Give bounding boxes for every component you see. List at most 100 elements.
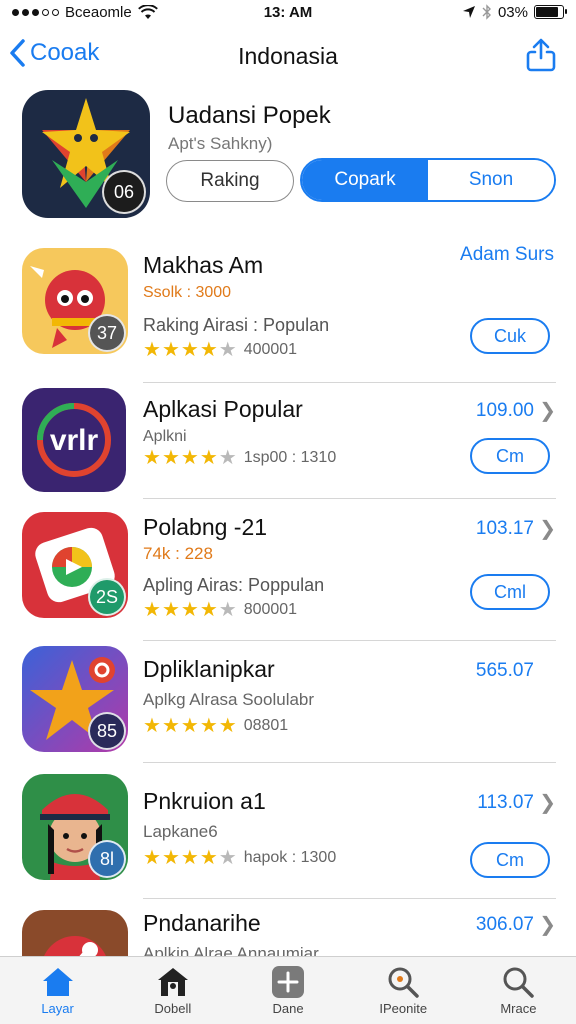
app-badge: 37 xyxy=(88,314,126,352)
star-filled-icon: ★ xyxy=(180,715,199,737)
app-icon: 8l xyxy=(22,774,128,880)
list-item[interactable]: 37 Makhas Am Adam Surs Ssolk : 3000 Raki… xyxy=(0,240,576,383)
list-item[interactable]: 2S Polabng -21 74k : 228 Apling Airas: P… xyxy=(0,510,576,641)
app-meta: Aplkni xyxy=(143,428,187,445)
rating-count: 1sp00 : 1310 xyxy=(243,449,337,466)
status-right: 03% xyxy=(462,4,567,21)
star-empty-icon: ★ xyxy=(218,847,237,869)
rating-stars: ★ ★ ★ ★ ★ 800001 xyxy=(143,600,297,620)
raking-button[interactable]: Raking xyxy=(166,160,294,202)
app-category: Raking Airasi : Populan xyxy=(143,315,330,335)
featured-app-name: Uadansi Popek xyxy=(168,102,331,129)
get-button[interactable]: Cml xyxy=(470,574,550,610)
bluetooth-icon xyxy=(482,4,491,20)
star-filled-icon: ★ xyxy=(143,599,161,621)
rating-stars: ★ ★ ★ ★ ★ 08801 xyxy=(143,716,288,736)
star-filled-icon: ★ xyxy=(199,715,218,737)
app-price: 103.17 xyxy=(475,518,534,539)
carrier-label: Bceaomle xyxy=(65,3,132,21)
tab-dobell[interactable]: Dobell xyxy=(115,957,230,1024)
star-empty-icon: ★ xyxy=(218,599,237,621)
star-filled-icon: ★ xyxy=(161,447,180,469)
star-filled-icon: ★ xyxy=(143,339,161,361)
list-item[interactable]: 85 Dpliklanipkar Aplkg Alrasa Soolulabr … xyxy=(0,644,576,763)
star-empty-icon: ★ xyxy=(218,447,237,469)
rating-stars: ★ ★ ★ ★ ★ hapok : 1300 xyxy=(143,848,336,868)
divider xyxy=(143,898,556,899)
segment-copark[interactable]: Copark xyxy=(302,160,428,200)
app-badge: 8l xyxy=(88,840,126,878)
app-meta: Aplkg Alrasa Soolulabr xyxy=(143,690,315,709)
status-bar: Bceaomle 13: AM 03% xyxy=(0,0,576,24)
share-button[interactable] xyxy=(524,36,558,74)
wifi-icon xyxy=(137,4,158,19)
status-left: Bceaomle xyxy=(12,4,158,21)
star-filled-icon: ★ xyxy=(161,847,180,869)
get-button[interactable]: Cm xyxy=(470,438,550,474)
star-filled-icon: ★ xyxy=(161,715,180,737)
star-filled-icon: ★ xyxy=(161,599,180,621)
app-title: Polabng -21 xyxy=(143,514,268,540)
rating-stars: ★ ★ ★ ★ ★ 1sp00 : 1310 xyxy=(143,448,336,468)
battery-fill xyxy=(536,7,559,17)
see-all-link[interactable]: Adam Surs xyxy=(460,244,554,266)
tab-layar[interactable]: Layar xyxy=(0,957,115,1024)
app-title: Pndanarihe xyxy=(143,910,261,936)
chevron-right-icon: ❯ xyxy=(539,792,556,814)
tab-label: Layar xyxy=(41,1001,74,1016)
star-filled-icon: ★ xyxy=(218,715,237,737)
divider xyxy=(143,382,556,383)
tab-label: IPeonite xyxy=(379,1001,428,1016)
featured-app-badge: 06 xyxy=(102,170,146,214)
back-button[interactable]: Cooak xyxy=(8,38,99,68)
tab-mrace[interactable]: Mrace xyxy=(461,957,576,1024)
rating-count: 400001 xyxy=(243,341,298,358)
featured-app-icon[interactable]: 06 xyxy=(22,90,150,218)
app-price: 565.07 xyxy=(475,660,534,681)
segment-snon[interactable]: Snon xyxy=(428,160,554,200)
get-button[interactable]: Cuk xyxy=(470,318,550,354)
list-item[interactable]: 8l Pnkruion a1 Lapkane6 ★ ★ ★ ★ ★ hapok : 130… xyxy=(0,772,576,900)
chevron-right-icon: ❯ xyxy=(539,518,556,540)
star-filled-icon: ★ xyxy=(143,847,161,869)
rating-count: hapok : 1300 xyxy=(243,849,337,866)
divider xyxy=(143,640,556,641)
app-title: Makhas Am xyxy=(143,252,264,278)
chevron-right-icon: ❯ xyxy=(539,400,556,422)
tab-dane[interactable]: Dane xyxy=(230,957,345,1024)
app-icon: 37 xyxy=(22,248,128,354)
list-item[interactable]: vrlr Aplkasi Popular Aplkni ★ ★ ★ ★ ★ 1sp00 :… xyxy=(0,386,576,499)
star-filled-icon: ★ xyxy=(161,339,180,361)
tab-label: Dane xyxy=(272,1001,304,1016)
app-icon: vrlr xyxy=(22,388,126,492)
segmented-control: Copark Snon xyxy=(300,158,556,202)
nav-bar: Cooak Indonasia xyxy=(0,30,576,82)
star-empty-icon: ★ xyxy=(218,339,237,361)
app-title: Dpliklanipkar xyxy=(143,656,275,682)
rating-count: 800001 xyxy=(243,601,298,618)
svg-text:vrlr: vrlr xyxy=(50,424,99,457)
get-button[interactable]: Cm xyxy=(470,842,550,878)
star-filled-icon: ★ xyxy=(199,447,218,469)
chevron-left-icon xyxy=(10,39,25,67)
location-icon xyxy=(462,6,475,18)
app-icon: 85 xyxy=(22,646,128,752)
app-price: 109.00 xyxy=(475,400,534,421)
app-price: 113.07 xyxy=(477,792,534,813)
rating-stars: ★ ★ ★ ★ ★ 400001 xyxy=(143,340,297,360)
search-icon xyxy=(501,965,535,999)
plus-icon xyxy=(271,965,305,999)
battery-icon xyxy=(534,5,567,19)
star-filled-icon: ★ xyxy=(180,599,199,621)
star-filled-icon: ★ xyxy=(180,847,199,869)
star-filled-icon: ★ xyxy=(180,339,199,361)
app-title: Pnkruion a1 xyxy=(143,788,266,814)
rating-count: 08801 xyxy=(243,717,289,734)
tab-bar: Layar Dobell Dane IPeonite Mrace xyxy=(0,956,576,1024)
star-filled-icon: ★ xyxy=(143,447,161,469)
app-meta: 74k : 228 xyxy=(143,544,213,563)
house-icon xyxy=(156,965,190,999)
page-title: Indonasia xyxy=(238,42,338,69)
app-meta: Lapkane6 xyxy=(143,822,218,841)
tab-ipeonite[interactable]: IPeonite xyxy=(346,957,461,1024)
